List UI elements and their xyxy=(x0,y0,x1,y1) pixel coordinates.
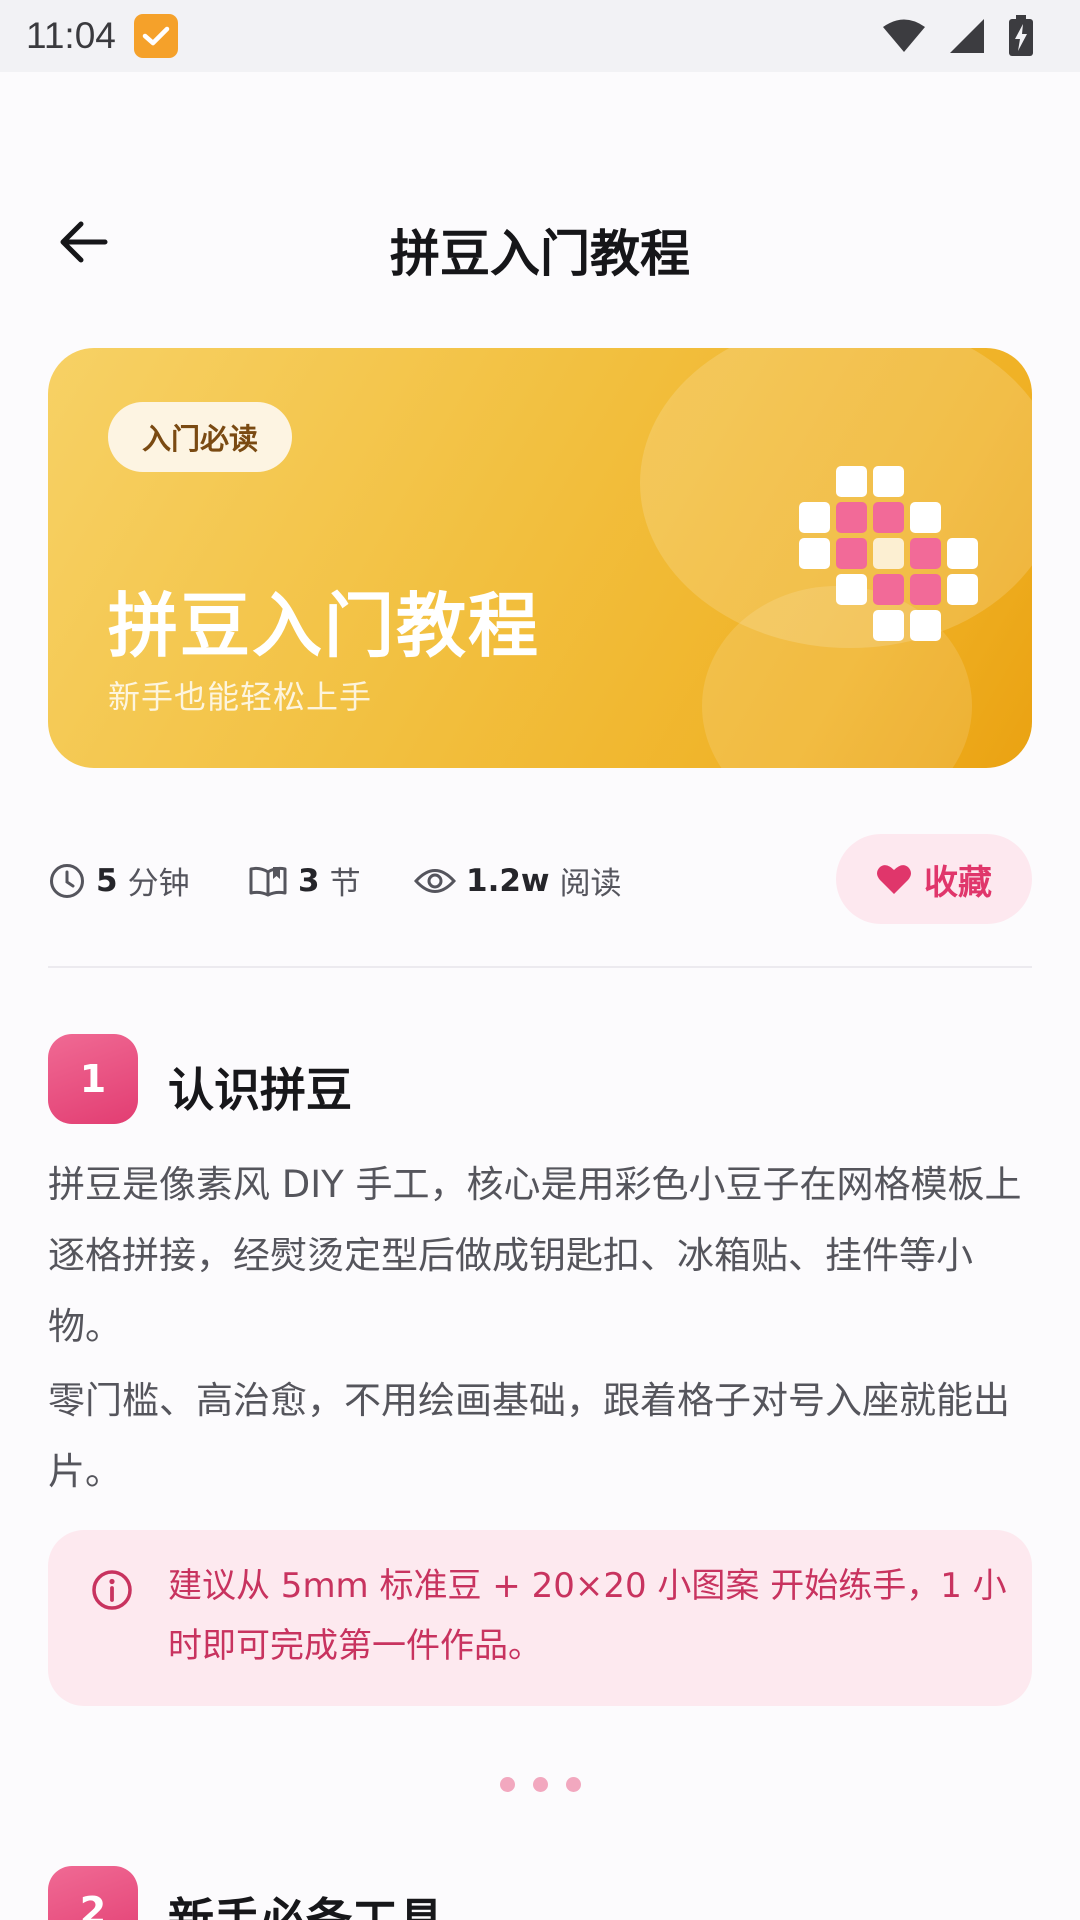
meta-sections: 3 节 xyxy=(248,858,361,903)
battery-charging-icon xyxy=(1009,15,1033,56)
check-notification-icon xyxy=(133,14,178,58)
bead-pattern-icon xyxy=(799,466,978,641)
pager-dots xyxy=(0,1777,1080,1792)
tip-text: 建议从 5mm 标准豆 + 20×20 小图案 开始练手，1 小时即可完成第一件… xyxy=(168,1566,1007,1666)
divider xyxy=(48,966,1032,968)
top-app-bar: 拼豆入门教程 xyxy=(0,200,1080,284)
section-title: 新手必备工具 xyxy=(168,1893,444,1920)
favorite-button[interactable]: 收藏 xyxy=(836,834,1032,924)
status-time: 11:04 xyxy=(26,15,116,56)
hero-badge: 入门必读 xyxy=(108,402,293,472)
section-paragraph: 零门槛、高治愈，不用绘画基础，跟着格子对号入座就能出片。 xyxy=(48,1379,1010,1493)
reads-value: 1.2w xyxy=(466,862,550,899)
hero-subtitle: 新手也能轻松上手 xyxy=(108,678,373,716)
eye-icon xyxy=(414,868,456,893)
meta-reads: 1.2w 阅读 xyxy=(414,858,622,903)
hero-card: 入门必读 拼豆入门教程 新手也能轻松上手 xyxy=(48,348,1032,768)
status-right xyxy=(882,15,1034,57)
status-left: 11:04 xyxy=(26,14,178,58)
duration-value: 5 xyxy=(96,862,118,899)
section-paragraph: 拼豆是像素风 DIY 手工，核心是用彩色小豆子在网格模板上逐格拼接，经熨烫定型后… xyxy=(48,1163,1022,1348)
status-bar: 11:04 xyxy=(0,0,1080,72)
section-number-badge: 2 xyxy=(48,1866,138,1920)
section-title: 认识拼豆 xyxy=(168,1063,352,1117)
duration-unit: 分钟 xyxy=(127,866,190,902)
wifi-icon xyxy=(883,19,925,52)
cellular-signal-icon xyxy=(950,19,984,53)
pager-dot xyxy=(532,1777,548,1792)
book-icon xyxy=(249,866,287,896)
meta-row: 5 分钟 3 节 1.2w 阅读 收藏 xyxy=(48,834,1032,924)
section-number-badge: 1 xyxy=(48,1034,138,1124)
heart-icon xyxy=(877,865,911,894)
page-title: 拼豆入门教程 xyxy=(390,225,690,283)
hero-title: 拼豆入门教程 xyxy=(108,585,540,667)
pager-dot xyxy=(499,1777,515,1792)
tip-box: 建议从 5mm 标准豆 + 20×20 小图案 开始练手，1 小时即可完成第一件… xyxy=(48,1530,1032,1706)
meta-duration: 5 分钟 xyxy=(48,858,190,903)
clock-icon xyxy=(50,863,84,898)
favorite-label: 收藏 xyxy=(924,862,992,903)
sections-unit: 节 xyxy=(329,866,361,902)
info-icon xyxy=(92,1570,132,1610)
sections-value: 3 xyxy=(298,862,320,899)
reads-unit: 阅读 xyxy=(559,866,622,902)
pager-dot xyxy=(565,1777,581,1792)
